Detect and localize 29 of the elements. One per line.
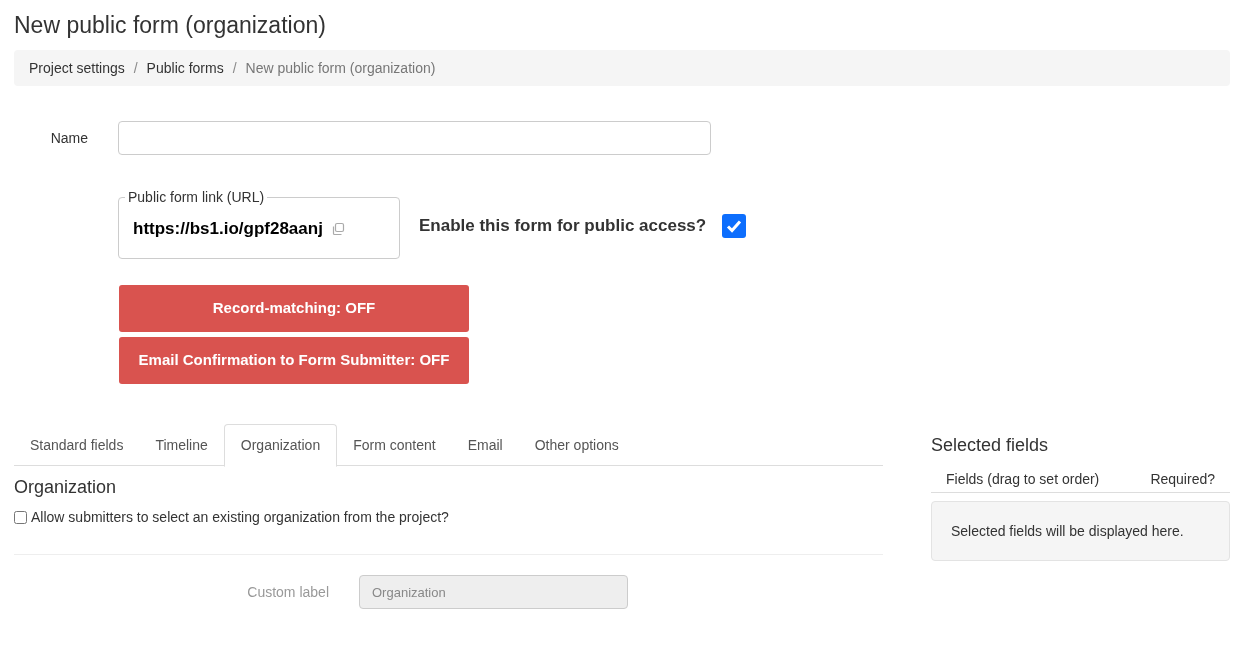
breadcrumb-separator: / — [232, 58, 237, 78]
tab[interactable]: Standard fields — [14, 424, 140, 466]
checkbox-label: Allow submitters to select an existing organization from the project? — [31, 508, 449, 527]
public-url[interactable]: https://bs1.io/gpf28aanj — [133, 216, 323, 242]
column-header: Required? — [1150, 470, 1215, 489]
page-title: New public form (organization) — [14, 11, 326, 40]
column-header: Fields (drag to set order) — [946, 470, 1100, 489]
public-access-label: Enable this form for public access? — [419, 215, 707, 238]
empty-message: Selected fields will be displayed here. — [951, 521, 1184, 541]
breadcrumb-link[interactable]: Project settings — [29, 57, 125, 79]
field-label: Name — [49, 128, 89, 148]
link-legend: Public form link (URL) — [125, 187, 268, 208]
public-access-checkbox[interactable] — [722, 214, 747, 238]
field-label: Custom label — [246, 582, 330, 602]
tab[interactable]: Organization — [223, 424, 338, 467]
breadcrumb-separator: / — [133, 58, 138, 78]
panel-heading: Selected fields — [931, 434, 1049, 457]
breadcrumb-link[interactable]: Public forms — [146, 57, 224, 79]
toggle-button[interactable]: Email Confirmation to Form Submitter: OFF — [119, 337, 469, 384]
tab[interactable]: Form content — [337, 424, 452, 466]
toggle-button[interactable]: Record-matching: OFF — [119, 285, 469, 332]
section-heading: Organization — [14, 476, 117, 499]
breadcrumb-current: New public form (organization) — [245, 58, 436, 78]
copy-icon[interactable] — [330, 221, 345, 236]
tab[interactable]: Timeline — [139, 424, 224, 466]
tab[interactable]: Email — [451, 424, 519, 466]
allow-existing-checkbox[interactable] — [14, 511, 27, 524]
name-input[interactable] — [118, 121, 711, 155]
tab[interactable]: Other options — [518, 424, 635, 466]
